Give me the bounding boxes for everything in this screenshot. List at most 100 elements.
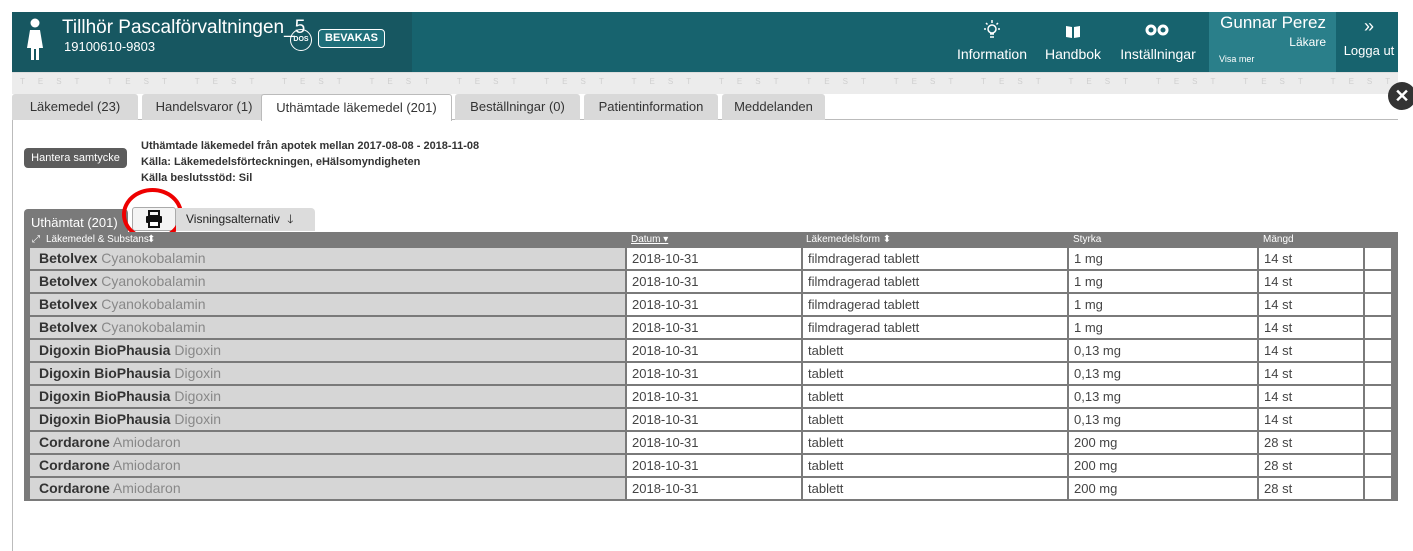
cell-amount: 14 st	[1259, 363, 1363, 384]
arrow-down-icon: 🡓	[287, 212, 294, 226]
dos-badge: DOS	[290, 29, 312, 51]
cell-date: 2018-10-31	[627, 386, 801, 407]
cell-amount: 28 st	[1259, 432, 1363, 453]
column-header-amount[interactable]: Mängd	[1263, 234, 1294, 245]
show-more-link[interactable]: Visa mer	[1219, 54, 1254, 64]
cell-form: tablett	[803, 478, 1067, 499]
column-header-name[interactable]: Läkemedel & Substans	[46, 234, 149, 245]
bevakas-badge: BEVAKAS	[318, 29, 385, 48]
nav-information-button[interactable]: Information	[949, 12, 1035, 72]
table-row[interactable]: Digoxin BioPhausia Digoxin 2018-10-31 tabl…	[24, 386, 1398, 409]
table-row[interactable]: Digoxin BioPhausia Digoxin 2018-10-31 tabl…	[24, 363, 1398, 386]
patient-banner[interactable]: Tillhör Pascalförvaltningen_5 19100610-9…	[12, 12, 412, 72]
nav-handbok-button[interactable]: Handbok	[1039, 12, 1107, 72]
cell-medicine: Digoxin BioPhausia Digoxin	[30, 363, 625, 384]
tab-patientinformation[interactable]: Patientinformation	[584, 94, 718, 120]
dispensed-table: ⤢ Läkemedel & Substans ⬍ Datum ▾ Läkemed…	[24, 232, 1398, 501]
cell-date: 2018-10-31	[627, 432, 801, 453]
medicine-brand: Digoxin BioPhausia	[39, 411, 171, 427]
close-icon[interactable]: ✕	[1388, 82, 1413, 110]
source-info: Uthämtade läkemedel från apotek mellan 2…	[141, 138, 479, 186]
user-panel[interactable]: Gunnar Perez Läkare Visa mer	[1209, 12, 1336, 72]
medicine-brand: Betolvex	[39, 296, 98, 312]
cell-medicine: Betolvex Cyanokobalamin	[30, 294, 625, 315]
date-range-text: Uthämtade läkemedel från apotek mellan 2…	[141, 140, 480, 152]
cell-form: tablett	[803, 363, 1067, 384]
nav-handbok-label: Handbok	[1044, 46, 1102, 62]
patient-name: Tillhör Pascalförvaltningen_5	[62, 17, 306, 38]
cell-medicine: Betolvex Cyanokobalamin	[30, 248, 625, 269]
section-title: Uthämtat (201)	[24, 209, 128, 234]
logout-button[interactable]: » Logga ut	[1340, 12, 1398, 72]
medicine-brand: Betolvex	[39, 319, 98, 335]
medicine-brand: Betolvex	[39, 250, 98, 266]
tab-meddelanden[interactable]: Meddelanden	[722, 94, 825, 120]
cell-empty	[1365, 432, 1391, 453]
tab-bar: Läkemedel (23) Handelsvaror (1) Uthämtad…	[12, 94, 1398, 121]
manage-consent-button[interactable]: Hantera samtycke	[24, 148, 127, 168]
cell-date: 2018-10-31	[627, 271, 801, 292]
medicine-brand: Digoxin BioPhausia	[39, 365, 171, 381]
cell-strength: 1 mg	[1069, 294, 1257, 315]
medicine-substance: Digoxin	[174, 411, 222, 427]
cell-date: 2018-10-31	[627, 248, 801, 269]
table-row[interactable]: Betolvex Cyanokobalamin 2018-10-31 filmdra…	[24, 248, 1398, 271]
cell-medicine: Betolvex Cyanokobalamin	[30, 271, 625, 292]
expand-icon[interactable]: ⤢	[32, 234, 40, 245]
table-row[interactable]: Digoxin BioPhausia Digoxin 2018-10-31 tabl…	[24, 340, 1398, 363]
table-row[interactable]: Digoxin BioPhausia Digoxin 2018-10-31 tabl…	[24, 409, 1398, 432]
medicine-substance: Cyanokobalamin	[101, 319, 206, 335]
display-options-label: Visningsalternativ	[186, 212, 280, 226]
nav-installningar-button[interactable]: Inställningar	[1111, 12, 1205, 72]
tab-handelsvaror[interactable]: Handelsvaror (1)	[142, 94, 266, 120]
table-body: Betolvex Cyanokobalamin 2018-10-31 filmdra…	[24, 248, 1398, 501]
cell-form: filmdragerad tablett	[803, 294, 1067, 315]
user-name: Gunnar Perez	[1220, 13, 1326, 32]
cell-date: 2018-10-31	[627, 409, 801, 430]
cell-empty	[1365, 317, 1391, 338]
medicine-substance: Amiodaron	[112, 457, 181, 473]
column-header-strength[interactable]: Styrka	[1073, 234, 1101, 245]
double-chevron-right-icon: »	[1363, 16, 1374, 36]
column-header-date[interactable]: Datum ▾	[631, 234, 668, 245]
table-row[interactable]: Cordarone Amiodaron 2018-10-31 tablett 200 …	[24, 455, 1398, 478]
cell-strength: 1 mg	[1069, 248, 1257, 269]
cell-amount: 14 st	[1259, 317, 1363, 338]
cell-strength: 200 mg	[1069, 478, 1257, 499]
cell-form: filmdragerad tablett	[803, 248, 1067, 269]
cell-date: 2018-10-31	[627, 455, 801, 476]
sort-icon[interactable]: ⬍	[147, 234, 155, 245]
cell-form: filmdragerad tablett	[803, 271, 1067, 292]
cell-strength: 0,13 mg	[1069, 363, 1257, 384]
cell-medicine: Cordarone Amiodaron	[30, 478, 625, 499]
content-border	[12, 120, 13, 551]
cell-form: tablett	[803, 340, 1067, 361]
tab-uthamtade-lakemedel[interactable]: Uthämtade läkemedel (201)	[261, 94, 452, 121]
lightbulb-icon	[984, 20, 1000, 38]
medicine-substance: Cyanokobalamin	[101, 296, 206, 312]
cell-strength: 0,13 mg	[1069, 386, 1257, 407]
cell-amount: 14 st	[1259, 271, 1363, 292]
cell-date: 2018-10-31	[627, 478, 801, 499]
cell-form: tablett	[803, 409, 1067, 430]
table-row[interactable]: Cordarone Amiodaron 2018-10-31 tablett 200 …	[24, 432, 1398, 455]
decision-support-text: Källa beslutsstöd: Sil	[141, 172, 253, 184]
cell-strength: 200 mg	[1069, 432, 1257, 453]
cell-medicine: Digoxin BioPhausia Digoxin	[30, 386, 625, 407]
medicine-substance: Amiodaron	[112, 480, 181, 496]
cell-medicine: Cordarone Amiodaron	[30, 432, 625, 453]
medicine-substance: Digoxin	[174, 342, 222, 358]
table-row[interactable]: Cordarone Amiodaron 2018-10-31 tablett 200 …	[24, 478, 1398, 501]
tab-bestallningar[interactable]: Beställningar (0)	[455, 94, 580, 120]
source-text: Källa: Läkemedelsförteckningen, eHälsomy…	[141, 156, 421, 168]
table-row[interactable]: Betolvex Cyanokobalamin 2018-10-31 filmdra…	[24, 317, 1398, 340]
cell-empty	[1365, 363, 1391, 384]
user-role: Läkare	[1289, 35, 1326, 49]
table-row[interactable]: Betolvex Cyanokobalamin 2018-10-31 filmdra…	[24, 271, 1398, 294]
column-header-form[interactable]: Läkemedelsform ⬍	[806, 234, 891, 245]
cell-amount: 28 st	[1259, 478, 1363, 499]
table-row[interactable]: Betolvex Cyanokobalamin 2018-10-31 filmdra…	[24, 294, 1398, 317]
tab-lakemedel[interactable]: Läkemedel (23)	[12, 94, 138, 120]
table-header: ⤢ Läkemedel & Substans ⬍ Datum ▾ Läkemed…	[24, 232, 1398, 248]
display-options-button[interactable]: Visningsalternativ 🡓	[176, 208, 315, 231]
